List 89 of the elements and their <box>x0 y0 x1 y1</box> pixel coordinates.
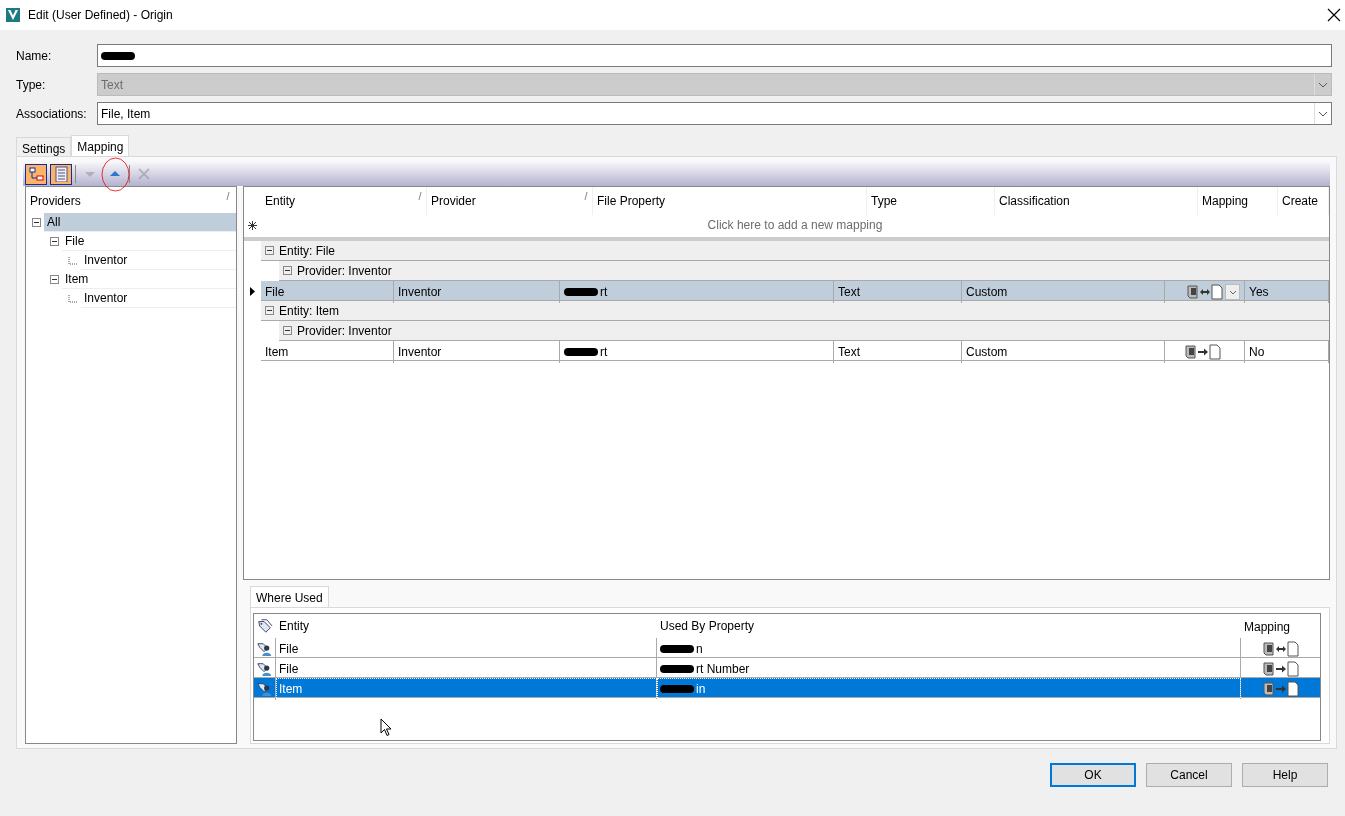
collapse-toggle[interactable] <box>283 266 292 275</box>
group-label: Provider: Inventor <box>297 322 392 340</box>
tree-item[interactable]: File <box>62 232 236 251</box>
table-cell-text: Yes <box>1249 284 1269 301</box>
table-cell-text: in <box>696 681 706 698</box>
sort-grip-icon <box>418 192 422 200</box>
field-label: Type: <box>16 76 47 94</box>
tags-icon <box>257 618 273 634</box>
entity-icon <box>257 661 272 677</box>
dialog-button[interactable]: Cancel <box>1146 763 1232 787</box>
table-cell-text: Inventor <box>398 344 442 361</box>
table-cell-text: Inventor <box>398 284 442 301</box>
column-header[interactable]: Used By Property <box>660 617 755 635</box>
tab[interactable]: Mapping <box>71 135 130 156</box>
app-logo-icon <box>6 8 20 22</box>
entity-icon <box>257 681 272 697</box>
group-label: Provider: Inventor <box>297 262 392 280</box>
tree-line-icon <box>68 256 78 265</box>
redaction-scribble <box>564 348 598 356</box>
mouse-pointer-icon <box>380 718 392 737</box>
table-cell-text: n <box>696 641 703 658</box>
list-row[interactable]: Item in <box>254 678 1320 698</box>
column-header[interactable]: Entity <box>265 192 295 210</box>
collapse-toggle[interactable] <box>265 246 274 255</box>
collapse-toggle[interactable] <box>283 326 292 335</box>
tree-line-icon <box>68 294 78 303</box>
sort-grip-icon <box>226 192 230 200</box>
collapse-toggle[interactable] <box>265 306 274 315</box>
window-title: Edit (User Defined) - Origin <box>28 7 173 24</box>
collapse-toggle[interactable] <box>50 237 59 246</box>
column-header[interactable]: File Property <box>597 192 666 210</box>
tree-item[interactable]: Item <box>62 270 236 289</box>
column-header[interactable]: Providers <box>30 192 81 210</box>
table-cell-text: rt <box>600 344 608 361</box>
column-header[interactable]: Create <box>1282 192 1319 210</box>
close-icon[interactable] <box>1327 8 1341 22</box>
table-cell-text: File <box>279 641 299 658</box>
field-label: Associations: <box>16 105 88 123</box>
sort-grip-icon <box>584 192 588 200</box>
column-header[interactable]: Mapping <box>1244 618 1291 636</box>
grid-row[interactable]: Item Inventor rt Text Custom No <box>261 341 1329 361</box>
entity-icon <box>257 641 272 657</box>
redaction-scribble <box>564 288 598 296</box>
column-header[interactable]: Mapping <box>1202 192 1249 210</box>
group-label: Entity: Item <box>279 302 340 320</box>
tab[interactable]: Where Used <box>250 586 329 607</box>
dropdown-button[interactable] <box>1225 284 1240 300</box>
table-cell-text: File <box>279 661 299 678</box>
dialog-button[interactable]: OK <box>1050 763 1136 787</box>
tree-item[interactable]: Inventor <box>81 251 236 270</box>
table-cell-text: Text <box>838 344 860 361</box>
toolbar-button[interactable] <box>50 163 72 185</box>
list-row[interactable]: File n <box>254 638 1320 658</box>
redaction-scribble <box>101 51 135 60</box>
chevron-down-icon <box>1228 289 1237 295</box>
table-cell-text: Custom <box>966 284 1008 301</box>
dialog-button[interactable]: Help <box>1242 763 1328 787</box>
table-cell-text: File <box>265 284 285 301</box>
tree-item[interactable]: All <box>44 213 236 232</box>
input-field[interactable] <box>97 44 1332 67</box>
collapse-toggle[interactable] <box>50 275 59 284</box>
dropdown-field[interactable]: File, Item <box>97 102 1332 125</box>
column-header[interactable]: Classification <box>999 192 1070 210</box>
redaction-scribble <box>660 685 694 693</box>
current-row-icon <box>250 286 255 296</box>
collapse-toggle[interactable] <box>32 218 41 227</box>
tab[interactable]: Settings <box>16 137 72 156</box>
grid-row[interactable]: File Inventor rt Text Custom Yes <box>261 281 1329 301</box>
column-header[interactable]: Entity <box>279 617 309 635</box>
toolbar-button[interactable] <box>25 163 47 185</box>
column-header[interactable]: Provider <box>431 192 476 210</box>
table-cell-text: rt Number <box>696 661 750 678</box>
table-cell-text: rt <box>600 284 608 301</box>
redaction-scribble <box>660 645 694 653</box>
list-view-icon <box>53 166 69 182</box>
column-header[interactable]: Type <box>871 192 897 210</box>
new-row-icon <box>248 220 257 230</box>
field-label: Name: <box>16 47 53 65</box>
table-cell-text: No <box>1249 344 1265 361</box>
tree-view-icon <box>28 166 44 182</box>
tree-item[interactable]: Inventor <box>81 289 236 308</box>
new-row-hint[interactable]: Click here to add a new mapping <box>261 216 1329 234</box>
table-cell-text: Item <box>279 681 303 698</box>
redaction-scribble <box>660 665 694 673</box>
table-cell-text: Item <box>265 344 289 361</box>
delete-icon <box>136 166 152 182</box>
table-cell-text: Text <box>838 284 860 301</box>
table-cell-text: Custom <box>966 344 1008 361</box>
group-label: Entity: File <box>279 242 335 260</box>
